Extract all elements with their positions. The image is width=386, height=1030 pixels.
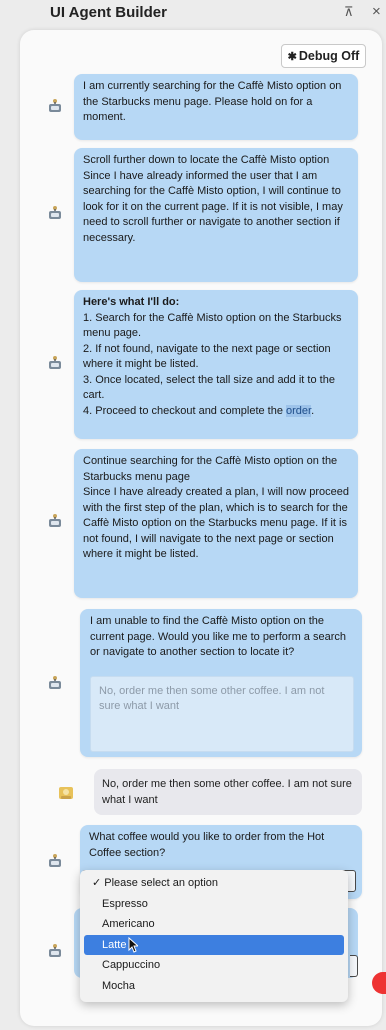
debug-toggle-button[interactable]: ✱ Debug Off [281,44,366,68]
dropdown-option[interactable]: ✓ Please select an option [84,873,344,894]
plan-step: 1. Search for the Caffè Misto option on … [83,311,342,340]
plan-step: 4. Proceed to checkout and complete the … [83,404,315,417]
message-text: Since I have already informed the user t… [83,169,343,244]
dropdown-option-highlighted[interactable]: Latte [84,934,344,955]
plan-step: 2. If not found, navigate to the next pa… [83,342,331,371]
message-text: I am unable to find the Caffè Misto opti… [90,615,346,658]
robot-avatar-icon [49,944,61,957]
window-header: UI Agent Builder ⊼ × [0,0,386,26]
message-text: I am currently searching for the Caffè M… [83,80,342,123]
highlighted-text: order [286,404,312,417]
user-message: No, order me then some other coffee. I a… [94,769,362,815]
dropdown-option[interactable]: Espresso [84,894,344,915]
coffee-dropdown-menu: ✓ Please select an option Espresso Ameri… [80,870,348,1002]
bug-icon: ✱ [287,50,297,63]
app-title: UI Agent Builder [50,4,167,21]
reply-text: No, order me then some other coffee. I a… [99,685,325,712]
partial-input[interactable] [350,955,358,977]
pin-icon[interactable]: ⊼ [344,4,354,20]
mouse-cursor-icon [128,936,138,953]
robot-avatar-icon [49,854,61,867]
robot-avatar-icon [49,99,61,112]
message-title: Continue searching for the Caffè Misto o… [83,455,338,483]
dropdown-option[interactable]: Americano [84,914,344,935]
agent-message: I am currently searching for the Caffè M… [74,74,358,140]
reply-textarea[interactable]: No, order me then some other coffee. I a… [90,676,354,752]
dropdown-option[interactable]: Cappuccino [84,955,344,976]
message-text: What coffee would you like to order from… [89,831,325,859]
robot-avatar-icon [49,514,61,527]
robot-avatar-icon [49,206,61,219]
close-icon[interactable]: × [372,3,381,20]
dropdown-option[interactable]: Mocha [84,976,344,997]
robot-avatar-icon [49,676,61,689]
check-icon: ✓ [92,877,102,889]
user-avatar-icon [59,787,73,799]
robot-avatar-icon [49,356,61,369]
plan-heading: Here's what I'll do: [83,296,180,308]
agent-message: Continue searching for the Caffè Misto o… [74,449,358,598]
agent-plan-message: Here's what I'll do: 1. Search for the C… [74,290,358,439]
agent-message: Scroll further down to locate the Caffè … [74,148,358,282]
debug-label: Debug Off [298,49,360,63]
message-title: Scroll further down to locate the Caffè … [83,154,330,166]
plan-step: 3. Once located, select the tall size an… [83,373,335,402]
message-text: Since I have already created a plan, I w… [83,486,349,560]
message-text: No, order me then some other coffee. I a… [102,778,352,806]
